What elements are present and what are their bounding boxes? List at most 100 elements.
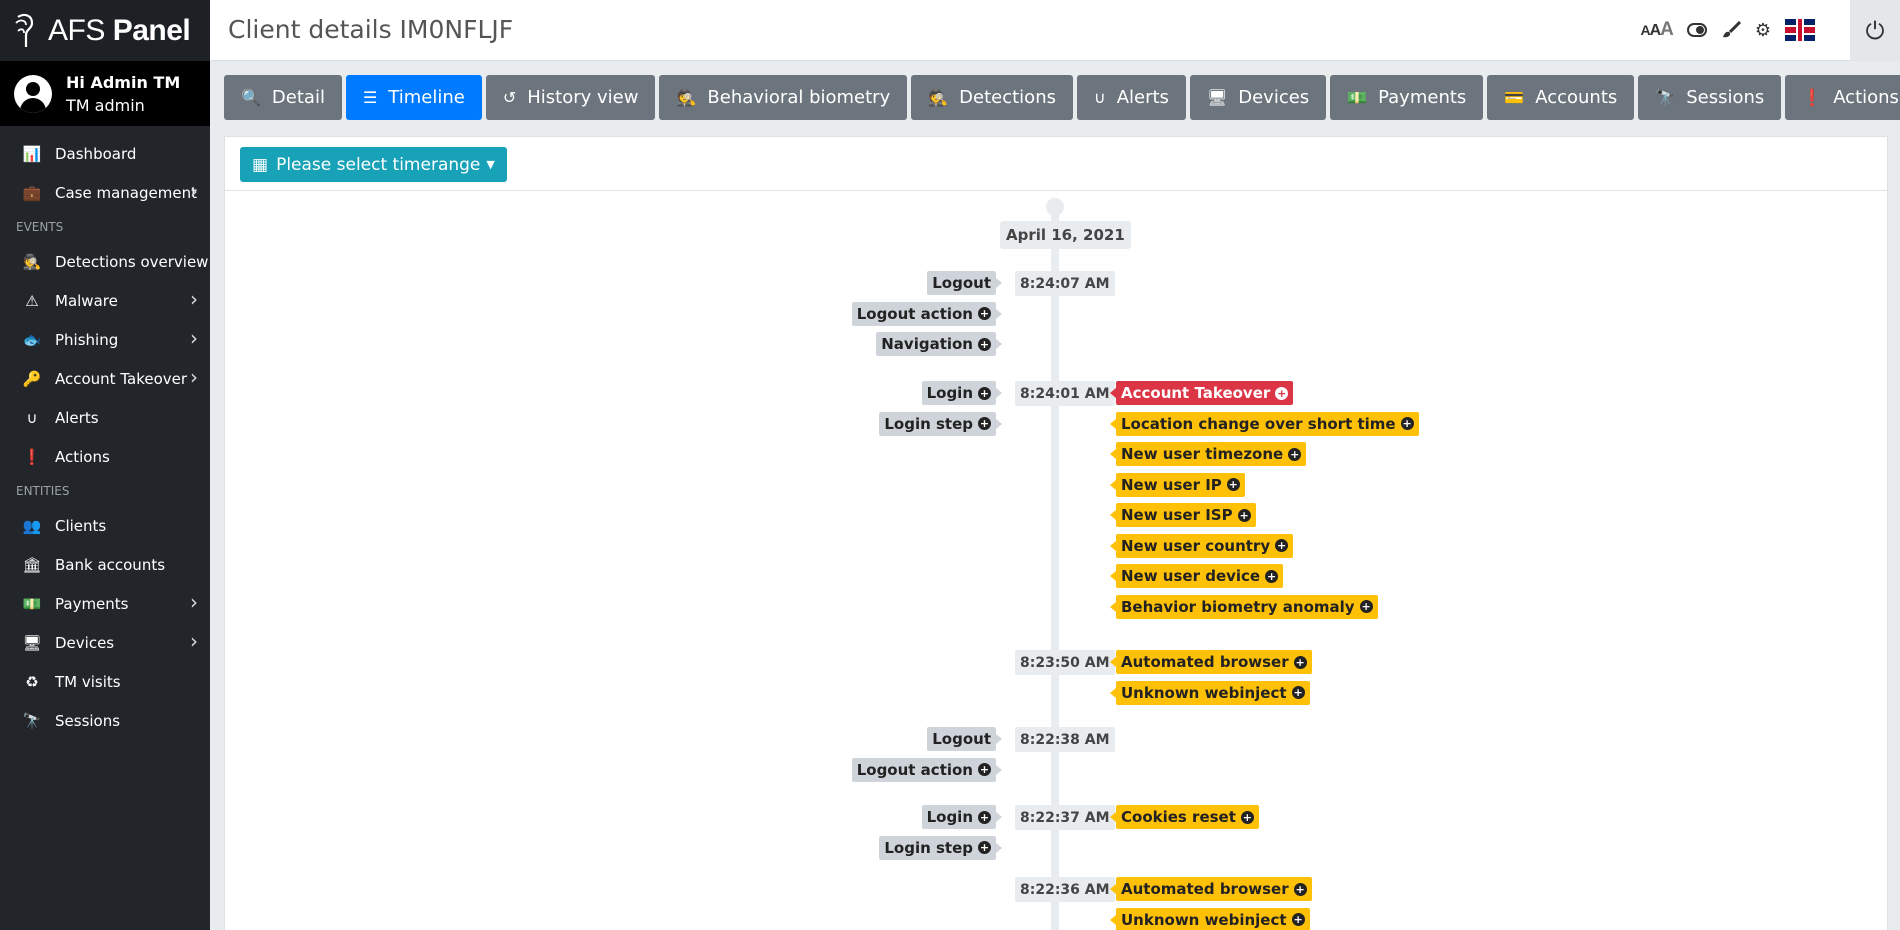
tab-timeline[interactable]: ☰ Timeline — [345, 75, 482, 120]
plus-circle-icon[interactable]: + — [1359, 600, 1373, 613]
desktop-icon: 🖥 — [22, 633, 42, 652]
plus-circle-icon[interactable]: + — [1293, 882, 1307, 896]
sidebar-item-phishing[interactable]: 🐟 Phishing › — [0, 320, 210, 359]
detection-label[interactable]: Cookies reset + — [1110, 805, 1259, 829]
fish-icon: 🐟 — [22, 330, 42, 349]
tab-detail[interactable]: 🔍 Detail — [224, 75, 342, 120]
plus-circle-icon[interactable]: + — [1288, 447, 1302, 461]
sidebar-item-dashboard[interactable]: 📊 Dashboard — [0, 134, 210, 173]
sidebar-item-label: Account Takeover — [55, 369, 188, 388]
plus-circle-icon[interactable]: + — [978, 337, 991, 351]
section-header-events: EVENTS — [16, 220, 64, 234]
users-icon: 👥 — [22, 516, 42, 535]
timeline-start-dot — [1046, 198, 1064, 216]
sidebar-item-clients[interactable]: 👥 Clients — [0, 506, 210, 545]
plus-circle-icon[interactable]: + — [1291, 913, 1305, 926]
sidebar-item-actions[interactable]: ❗ Actions — [0, 437, 210, 476]
plus-circle-icon[interactable]: + — [1291, 686, 1305, 699]
plus-circle-icon[interactable]: + — [978, 307, 991, 320]
tab-label: Actions — [1833, 87, 1899, 108]
plus-circle-icon[interactable]: + — [978, 810, 991, 824]
event-label[interactable]: Login + — [921, 805, 1003, 829]
event-time: 8:24:01 AM — [1015, 381, 1115, 406]
event-label[interactable]: Logout — [927, 271, 1002, 295]
plus-circle-icon[interactable]: + — [1275, 386, 1289, 400]
brush-icon[interactable] — [1721, 21, 1741, 39]
plus-circle-icon[interactable]: + — [1400, 417, 1414, 430]
tab-devices[interactable]: 🖥 Devices — [1189, 75, 1327, 120]
sidebar-item-payments[interactable]: 💵 Payments › — [0, 584, 210, 623]
plus-circle-icon[interactable]: + — [978, 386, 991, 400]
desktop-icon: 🖥 — [1206, 88, 1228, 107]
detection-label[interactable]: New user country + — [1109, 533, 1294, 558]
sidebar-item-sessions[interactable]: 🔭 Sessions — [0, 701, 210, 740]
plus-circle-icon[interactable]: + — [978, 417, 991, 430]
detection-label[interactable]: Automated browser + — [1110, 650, 1312, 674]
event-label[interactable]: Login step + — [879, 411, 1002, 436]
detection-label[interactable]: New user timezone + — [1109, 442, 1307, 466]
plus-circle-icon[interactable]: + — [978, 763, 991, 776]
event-label[interactable]: Logout — [927, 727, 1002, 751]
spy-icon: 🕵 — [22, 252, 42, 271]
binoculars-icon: 🔭 — [1655, 88, 1676, 107]
event-time: 8:22:37 AM — [1015, 805, 1115, 830]
plus-circle-icon[interactable]: + — [1293, 655, 1307, 669]
detection-label[interactable]: Unknown webinject + — [1110, 680, 1310, 705]
brand[interactable]: AFS Panel — [0, 0, 210, 61]
language-flag-icon[interactable] — [1785, 19, 1815, 41]
tab-detections[interactable]: 🕵 Detections — [911, 75, 1073, 120]
plus-circle-icon[interactable]: + — [978, 841, 991, 854]
detection-label[interactable]: Automated browser + — [1110, 877, 1312, 901]
detection-label-text: Unknown webinject — [1121, 910, 1287, 929]
tab-accounts[interactable]: 💳 Accounts — [1487, 75, 1635, 120]
detection-label[interactable]: Location change over short time + — [1110, 411, 1419, 436]
sidebar-item-detections-overview[interactable]: 🕵 Detections overview — [0, 242, 210, 281]
tab-alerts[interactable]: ∪ Alerts — [1076, 75, 1186, 120]
user-panel[interactable]: Hi Admin TM TM admin — [0, 61, 210, 126]
gear-icon[interactable]: ⚙ — [1755, 20, 1771, 41]
power-icon[interactable]: ⏻ — [1850, 0, 1900, 61]
detection-label[interactable]: Account Takeover + — [1109, 381, 1294, 405]
font-size-icon[interactable]: AAA — [1640, 19, 1673, 41]
sidebar-item-malware[interactable]: ⚠ Malware › — [0, 281, 210, 320]
detection-label-text: Behavior biometry anomaly — [1121, 597, 1355, 616]
detection-label-text: New user country — [1121, 536, 1271, 555]
event-label[interactable]: Navigation + — [876, 332, 1002, 356]
event-label-text: Logout action — [856, 304, 973, 323]
sidebar-item-bank-accounts[interactable]: 🏛 Bank accounts — [0, 545, 210, 584]
detection-label-text: Location change over short time — [1121, 414, 1396, 433]
sidebar-item-account-takeover[interactable]: 🔑 Account Takeover › — [0, 359, 210, 398]
event-label[interactable]: Logout action + — [851, 301, 1003, 326]
tab-label: Sessions — [1686, 87, 1765, 108]
tab-actions[interactable]: ❗ Actions — [1785, 75, 1900, 120]
sidebar-item-label: Bank accounts — [55, 555, 166, 574]
contrast-icon[interactable] — [1686, 23, 1707, 37]
plus-circle-icon[interactable]: + — [1237, 508, 1251, 522]
event-label[interactable]: Login + — [921, 381, 1003, 405]
chevron-right-icon: › — [190, 629, 198, 653]
detection-label[interactable]: New user device + — [1109, 564, 1284, 588]
tab-history-view[interactable]: ↺ History view — [485, 75, 656, 120]
event-label[interactable]: Login step + — [879, 835, 1002, 860]
event-label-text: Login — [926, 384, 973, 402]
detection-label[interactable]: Unknown webinject + — [1110, 907, 1310, 930]
sidebar-item-label: Actions — [55, 447, 110, 466]
timerange-button[interactable]: ▦ Please select timerange ▼ — [240, 147, 507, 182]
sidebar-item-alerts[interactable]: ∪ Alerts — [0, 398, 210, 437]
sidebar-item-case-management[interactable]: 💼 Case management › — [0, 173, 210, 212]
plus-circle-icon[interactable]: + — [1275, 539, 1289, 552]
tab-sessions[interactable]: 🔭 Sessions — [1638, 75, 1782, 120]
detection-label[interactable]: New user IP + — [1110, 472, 1245, 497]
sidebar-item-tm-visits[interactable]: ♻ TM visits — [0, 662, 210, 701]
detection-label[interactable]: New user ISP + — [1110, 503, 1256, 527]
plus-circle-icon[interactable]: + — [1226, 478, 1240, 491]
plus-circle-icon[interactable]: + — [1265, 569, 1279, 583]
event-label[interactable]: Logout action + — [851, 757, 1003, 782]
detection-label[interactable]: Behavior biometry anomaly + — [1110, 594, 1378, 619]
plus-circle-icon[interactable]: + — [1240, 810, 1254, 824]
tab-behavioral-biometry[interactable]: 🕵 Behavioral biometry — [659, 75, 908, 120]
tab-payments[interactable]: 💵 Payments — [1330, 75, 1484, 120]
page-title: Client details IM0NFLJF — [228, 15, 514, 44]
sidebar-item-devices[interactable]: 🖥 Devices › — [0, 623, 210, 662]
